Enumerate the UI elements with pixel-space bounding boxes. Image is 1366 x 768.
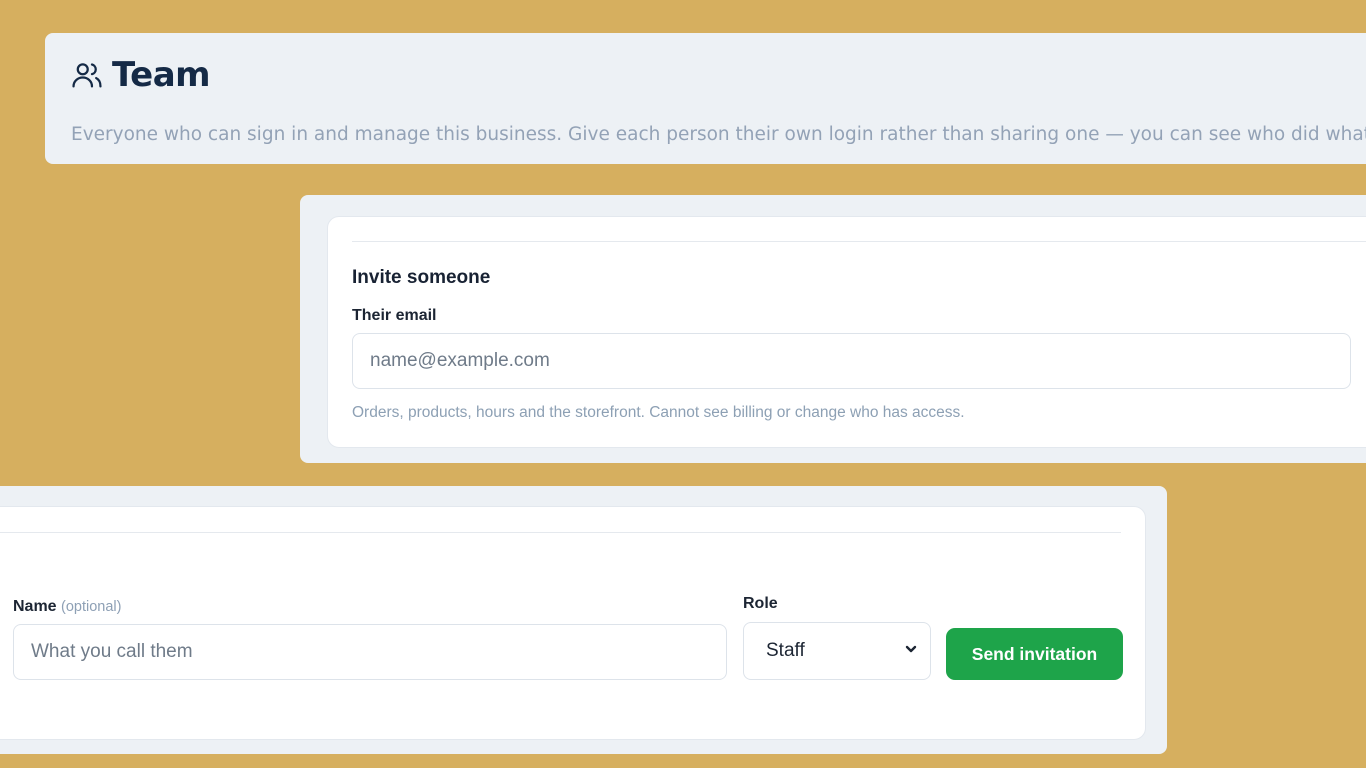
name-label: Name (optional) — [13, 598, 121, 616]
page-description: Everyone who can sign in and manage this… — [71, 124, 1366, 145]
page: Team Everyone who can sign in and manage… — [0, 0, 1366, 768]
invite-heading: Invite someone — [352, 267, 491, 288]
section-divider — [352, 241, 1366, 242]
role-select[interactable]: Staff — [743, 622, 931, 680]
invite-panel: Invite someone Their email Orders, produ… — [300, 195, 1366, 463]
name-input[interactable] — [13, 624, 727, 680]
invite-card: Invite someone Their email Orders, produ… — [327, 216, 1366, 448]
email-label: Their email — [352, 307, 437, 324]
role-selected-value: Staff — [766, 640, 805, 661]
role-label: Role — [743, 595, 778, 612]
chevron-down-icon — [904, 640, 918, 662]
title-row: Team — [70, 55, 211, 95]
header-card: Team Everyone who can sign in and manage… — [45, 33, 1366, 164]
send-invitation-button[interactable]: Send invitation — [946, 628, 1123, 680]
section-divider — [0, 532, 1121, 533]
users-icon — [70, 58, 104, 92]
page-title: Team — [112, 55, 211, 95]
invite-form-panel: Name (optional) Role Staff Send invitati… — [0, 486, 1167, 754]
optional-tag: (optional) — [61, 599, 122, 615]
role-hint: Orders, products, hours and the storefro… — [352, 404, 965, 421]
email-input[interactable] — [352, 333, 1351, 389]
name-label-text: Name — [13, 598, 57, 615]
invite-form-card: Name (optional) Role Staff Send invitati… — [0, 506, 1146, 740]
